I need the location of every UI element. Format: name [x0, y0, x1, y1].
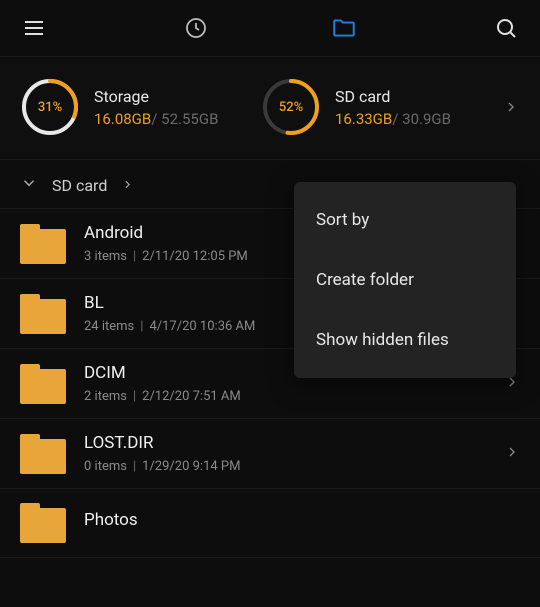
- internal-storage-used: 16.08GB: [94, 110, 151, 128]
- menu-item[interactable]: Create folder: [294, 250, 516, 310]
- internal-storage-title: Storage: [94, 87, 218, 106]
- folder-icon: [20, 294, 66, 334]
- context-menu: Sort byCreate folderShow hidden files: [294, 182, 516, 378]
- sd-storage-block[interactable]: 52% SD card 16.33GB/ 30.9GB: [261, 77, 502, 137]
- chevron-down-icon: [20, 174, 38, 192]
- sd-storage-text: SD card 16.33GB/ 30.9GB: [335, 87, 451, 128]
- folder-text: LOST.DIR 0 items|1/29/20 9:14 PM: [84, 433, 486, 474]
- internal-storage-total: 52.55GB: [161, 110, 218, 128]
- folder-date: 2/11/20 12:05 PM: [142, 249, 248, 264]
- breadcrumb-expand-icon: [20, 174, 38, 196]
- folder-item-count: 3 items: [84, 249, 127, 264]
- folder-date: 2/12/20 7:51 AM: [142, 389, 241, 404]
- internal-storage-text: Storage 16.08GB/ 52.55GB: [94, 87, 218, 128]
- hamburger-menu-button[interactable]: [20, 14, 48, 42]
- chevron-right-icon: [503, 99, 519, 115]
- folder-icon: [20, 364, 66, 404]
- chevron-right-icon: [121, 178, 134, 191]
- sd-storage-title: SD card: [335, 87, 451, 106]
- folder-item-count: 0 items: [84, 459, 127, 474]
- menu-item[interactable]: Show hidden files: [294, 310, 516, 370]
- breadcrumb-chevron: [121, 176, 134, 195]
- files-tab[interactable]: [330, 14, 358, 42]
- chevron-right-icon: [504, 444, 520, 460]
- top-bar: [0, 0, 540, 56]
- folder-meta: 2 items|2/12/20 7:51 AM: [84, 389, 486, 404]
- folder-item-count: 2 items: [84, 389, 127, 404]
- folder-date: 4/17/20 10:36 AM: [149, 319, 255, 334]
- recent-tab[interactable]: [182, 14, 210, 42]
- sd-storage-ring: 52%: [261, 77, 321, 137]
- internal-storage-percent: 31%: [20, 77, 80, 137]
- folder-row[interactable]: Photos: [0, 489, 540, 558]
- folder-row[interactable]: LOST.DIR 0 items|1/29/20 9:14 PM: [0, 419, 540, 489]
- folder-text: Photos: [84, 510, 520, 536]
- storage-summary[interactable]: 31% Storage 16.08GB/ 52.55GB 52% SD card…: [0, 56, 540, 160]
- internal-storage-block[interactable]: 31% Storage 16.08GB/ 52.55GB: [20, 77, 261, 137]
- menu-icon: [22, 16, 46, 40]
- breadcrumb-location[interactable]: SD card: [52, 176, 107, 195]
- storage-chevron: [502, 99, 520, 115]
- folder-meta: 0 items|1/29/20 9:14 PM: [84, 459, 486, 474]
- folder-item-count: 24 items: [84, 319, 134, 334]
- internal-storage-ring: 31%: [20, 77, 80, 137]
- folder-name: LOST.DIR: [84, 433, 486, 453]
- search-button[interactable]: [492, 14, 520, 42]
- folder-date: 1/29/20 9:14 PM: [142, 459, 240, 474]
- folder-name: Photos: [84, 510, 520, 530]
- folder-icon: [20, 224, 66, 264]
- folder-icon: [331, 15, 357, 41]
- nav-tabs: [48, 14, 492, 42]
- folder-chevron: [504, 444, 520, 464]
- menu-item[interactable]: Sort by: [294, 190, 516, 250]
- sd-storage-used: 16.33GB: [335, 110, 392, 128]
- folder-icon: [20, 503, 66, 543]
- sd-storage-percent: 52%: [261, 77, 321, 137]
- search-icon: [494, 16, 518, 40]
- clock-icon: [184, 16, 208, 40]
- folder-icon: [20, 434, 66, 474]
- sd-storage-total: 30.9GB: [402, 110, 451, 128]
